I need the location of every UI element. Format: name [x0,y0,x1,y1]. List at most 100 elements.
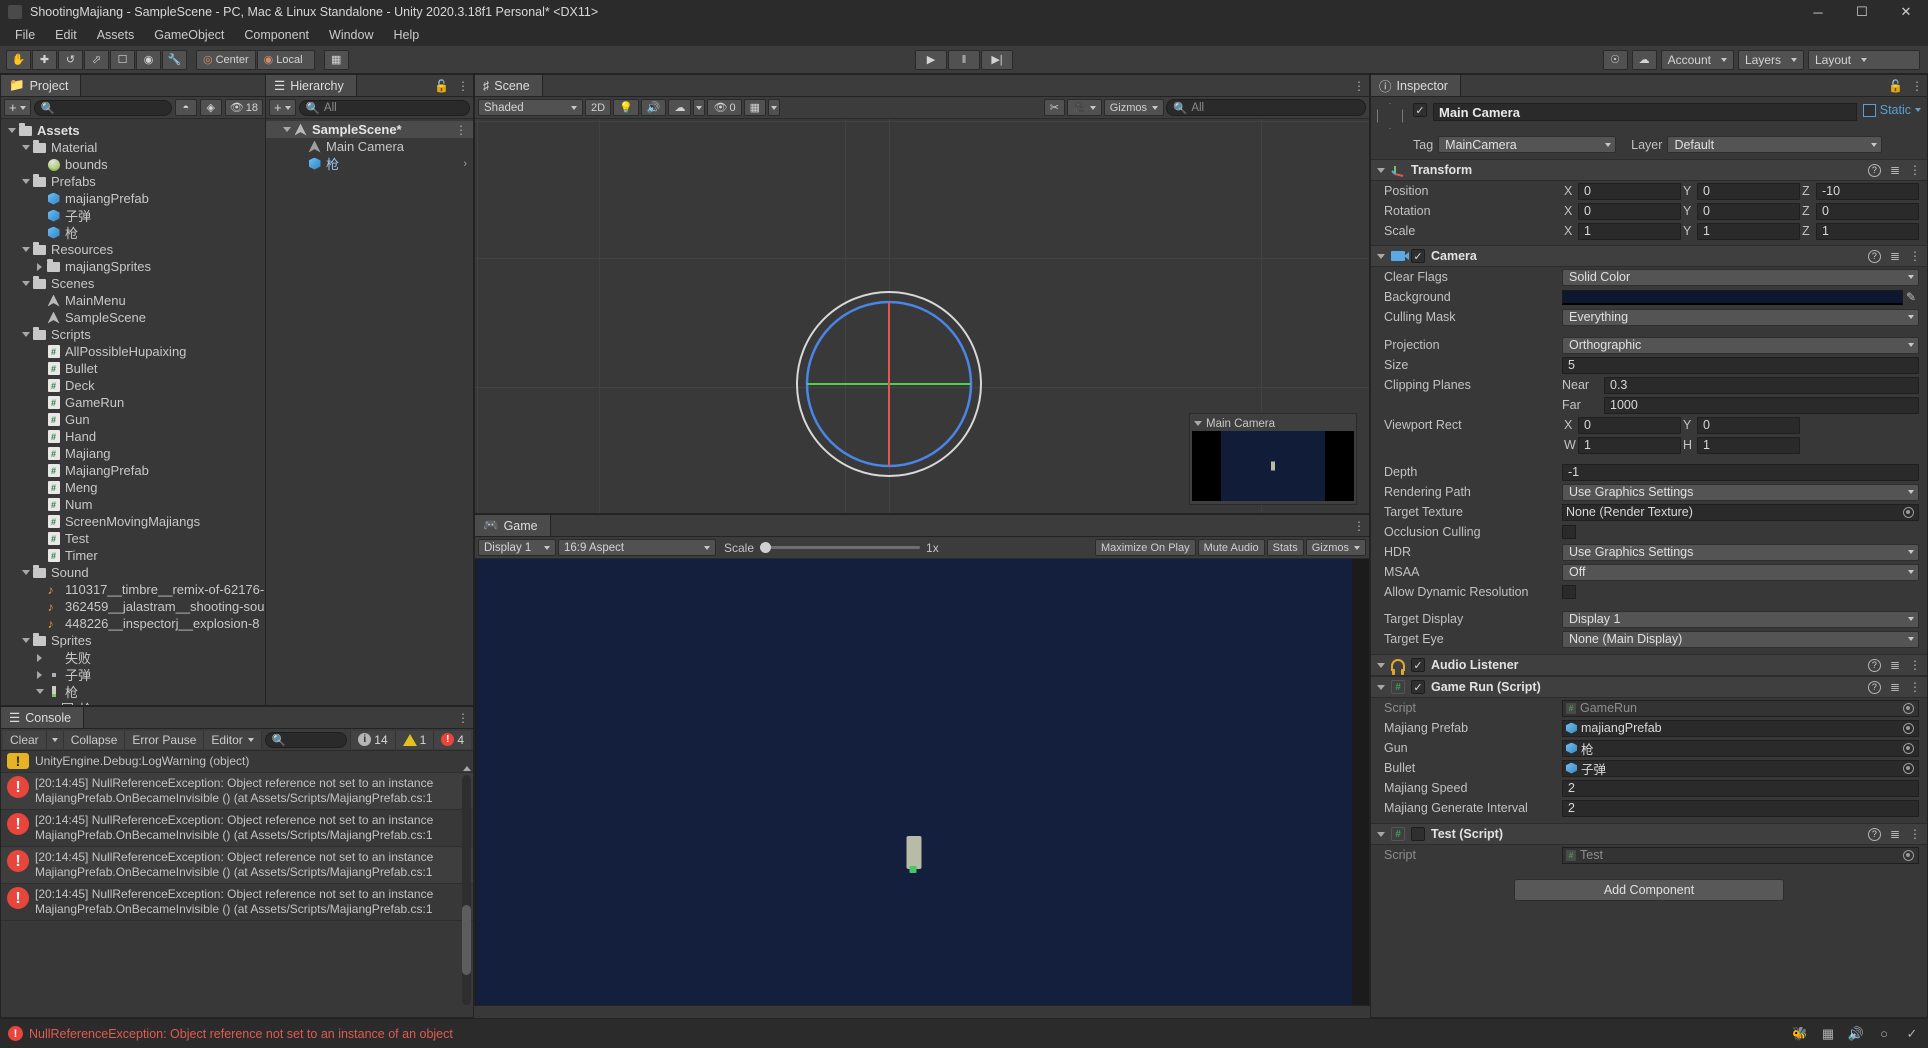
more-menu-icon[interactable]: ⋮ [457,711,469,725]
hierarchy-search-input[interactable]: 🔍 All [298,99,470,116]
viewport-w-field[interactable]: 1 [1578,436,1681,454]
console-log-row[interactable]: ! [20:14:45] NullReferenceException: Obje… [1,810,473,847]
rect-tool-icon[interactable]: ☐ [110,49,135,70]
near-field[interactable]: 0.3 [1604,376,1919,394]
position-y-field[interactable]: 0 [1697,182,1800,200]
create-asset-button[interactable]: + [4,99,31,116]
console-search-input[interactable]: 🔍 [264,731,348,748]
lock-icon[interactable]: 🔓 [434,79,449,93]
console-scrollbar[interactable] [462,775,471,1005]
help-icon[interactable]: ? [1867,827,1881,841]
custom-tool-icon[interactable]: 🔧 [162,49,187,70]
rotation-x-field[interactable]: 0 [1578,202,1681,220]
more-menu-icon[interactable]: ⋮ [1909,658,1921,672]
layers-dropdown[interactable]: Layers [1737,49,1804,70]
help-icon[interactable]: ? [1867,163,1881,177]
target-eye-dropdown[interactable]: None (Main Display) [1562,630,1919,648]
error-pause-button[interactable]: Error Pause [125,730,205,749]
chevron-down-icon[interactable] [1377,662,1385,668]
audio-icon[interactable]: 🔊 [640,99,667,116]
scene-search-input[interactable]: 🔍 All [1166,99,1366,116]
chevron-down-icon[interactable] [1377,684,1385,690]
chevron-down-icon[interactable] [1377,831,1385,837]
audio-listener-component-header[interactable]: ✓ Audio Listener ? ≣ ⋮ [1371,654,1927,676]
hierarchy-item[interactable]: SampleScene* ⋮ [266,121,473,138]
camera-component-header[interactable]: ✓ Camera ? ≣ ⋮ [1371,245,1927,267]
hdr-dropdown[interactable]: Use Graphics Settings [1562,543,1919,561]
game-view-canvas[interactable] [475,559,1369,1005]
menu-help[interactable]: Help [384,25,428,45]
scale-slider-thumb[interactable] [760,542,772,553]
preset-icon[interactable]: ≣ [1890,827,1900,841]
occlusion-culling-checkbox[interactable] [1562,525,1576,539]
majiang-speed-field[interactable]: 2 [1562,779,1919,797]
object-picker-icon[interactable] [1903,742,1914,754]
target-texture-field[interactable]: None (Render Texture) [1562,503,1919,521]
services-icon[interactable]: ☉ [1602,49,1628,70]
rendering-path-dropdown[interactable]: Use Graphics Settings [1562,483,1919,501]
preset-icon[interactable]: ≣ [1890,680,1900,694]
maximize-on-play-button[interactable]: Maximize On Play [1094,539,1196,556]
object-name-field[interactable]: Main Camera [1433,103,1857,121]
layout-dropdown[interactable]: Layout [1808,49,1920,70]
error-count-button[interactable]: ! 4 [433,730,471,749]
game-run-component-header[interactable]: # ✓ Game Run (Script) ? ≣ ⋮ [1371,676,1927,698]
tab-console[interactable]: ☰ Console [1,707,85,728]
clear-button[interactable]: Clear [3,730,47,749]
static-toggle[interactable]: Static [1862,103,1921,117]
tab-hierarchy[interactable]: ☰ Hierarchy [266,75,357,96]
tab-game[interactable]: 🎮 Game [475,515,551,536]
chevron-right-icon[interactable] [37,670,42,679]
hierarchy-tree[interactable]: SampleScene* ⋮ Main Camera 枪 › [266,119,473,172]
editor-dropdown[interactable]: Editor [204,730,262,749]
chevron-right-icon[interactable]: › [463,158,467,170]
transform-tool-icon[interactable]: ◉ [136,49,161,70]
scene-tools-icon[interactable]: ✂ [1043,99,1066,116]
menu-edit[interactable]: Edit [46,25,86,45]
chevron-down-icon[interactable] [282,127,291,132]
fx-dropdown-icon[interactable] [693,99,706,116]
help-icon[interactable]: ? [1867,249,1881,263]
step-button[interactable]: ▶| [981,49,1013,70]
size-field[interactable]: 5 [1562,356,1919,374]
preset-icon[interactable]: ≣ [1890,658,1900,672]
more-menu-icon[interactable]: ⋮ [1911,79,1923,93]
object-picker-icon[interactable] [1903,762,1914,774]
grid-snap-icon[interactable]: ▦ [323,49,349,70]
background-color-swatch[interactable] [1562,289,1903,305]
chevron-right-icon[interactable] [37,262,42,271]
target-display-dropdown[interactable]: Display 1 [1562,610,1919,628]
chevron-down-icon[interactable] [1915,108,1921,112]
position-z-field[interactable]: -10 [1816,182,1919,200]
fx-icon[interactable]: ☁ [668,99,692,116]
chevron-down-icon[interactable] [35,689,44,694]
clear-flags-dropdown[interactable]: Solid Color [1562,268,1919,286]
console-log-row[interactable]: ! [20:14:45] NullReferenceException: Obje… [1,884,473,921]
collapse-button[interactable]: Collapse [63,730,126,749]
scale-y-field[interactable]: 1 [1697,222,1800,240]
scale-z-field[interactable]: 1 [1816,222,1919,240]
projection-dropdown[interactable]: Orthographic [1562,336,1919,354]
scale-x-field[interactable]: 1 [1578,222,1681,240]
depth-field[interactable]: -1 [1562,463,1919,481]
gizmos-dropdown[interactable]: Gizmos [1103,99,1164,116]
filter-type-icon[interactable]: ◓ [174,99,197,116]
account-dropdown[interactable]: Account [1660,49,1734,70]
clear-dropdown-icon[interactable] [46,730,64,749]
bug-icon[interactable]: 🐝 [1792,1026,1808,1042]
dynamic-resolution-checkbox[interactable] [1562,585,1576,599]
chevron-down-icon[interactable] [21,332,30,337]
tab-scene[interactable]: ♯ Scene [475,75,543,96]
position-x-field[interactable]: 0 [1578,182,1681,200]
viewport-x-field[interactable]: 0 [1578,416,1681,434]
majiang-interval-field[interactable]: 2 [1562,799,1919,817]
close-button[interactable]: ✕ [1884,0,1928,24]
gun-field[interactable]: 枪 [1562,739,1919,757]
more-menu-icon[interactable]: ⋮ [1353,79,1365,93]
far-field[interactable]: 1000 [1604,396,1919,414]
aspect-dropdown[interactable]: 16:9 Aspect [558,539,716,556]
more-menu-icon[interactable]: ⋮ [1909,249,1921,263]
chevron-down-icon[interactable] [21,570,30,575]
maximize-button[interactable]: ☐ [1840,0,1884,24]
grid-dropdown-icon[interactable] [767,99,780,116]
